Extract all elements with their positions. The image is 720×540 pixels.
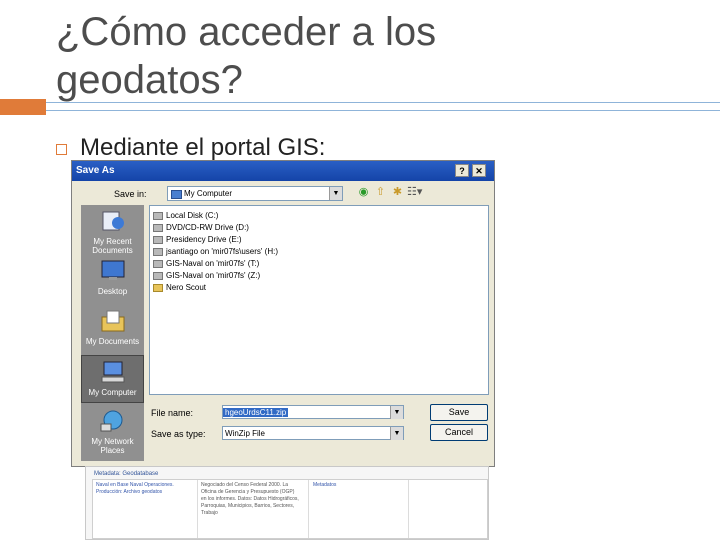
place-label: My Computer bbox=[88, 388, 137, 397]
save-in-value: My Computer bbox=[184, 189, 233, 198]
list-item[interactable]: GIS-Naval on 'mir07fs' (T:) bbox=[153, 258, 259, 270]
file-name-input[interactable]: hgeoUrdsC11.zip ▼ bbox=[222, 405, 404, 419]
file-label: Presidency Drive (E:) bbox=[166, 235, 242, 244]
file-label: Local Disk (C:) bbox=[166, 211, 219, 220]
save-as-type-label: Save as type: bbox=[151, 429, 206, 439]
chevron-down-icon[interactable]: ▼ bbox=[390, 427, 403, 440]
bullet-text: Mediante el portal GIS: bbox=[80, 134, 326, 161]
views-icon[interactable]: ☷▾ bbox=[407, 185, 422, 200]
drive-icon bbox=[153, 224, 163, 232]
place-label: Desktop bbox=[97, 287, 128, 296]
list-item[interactable]: Local Disk (C:) bbox=[153, 210, 218, 222]
column-divider bbox=[408, 480, 409, 538]
table-cell[interactable]: Metadatos bbox=[313, 482, 373, 489]
file-name-value: hgeoUrdsC11.zip bbox=[223, 408, 289, 417]
place-desktop[interactable]: Desktop bbox=[81, 255, 144, 303]
dialog-toolbar: ◉ ⇧ ✱ ☷▾ bbox=[356, 185, 424, 200]
computer-icon bbox=[171, 190, 182, 199]
new-folder-icon[interactable]: ✱ bbox=[390, 185, 405, 200]
table-cell[interactable]: Naval en Base Naval Operaciones. Producc… bbox=[96, 482, 194, 496]
bullet-marker bbox=[56, 144, 67, 155]
webpage-header[interactable]: Metadata: Geodatabase bbox=[94, 471, 158, 477]
place-label: My Network Places bbox=[91, 437, 134, 455]
background-webpage: Metadata: Geodatabase Naval en Base Nava… bbox=[85, 466, 489, 540]
network-places-icon bbox=[100, 410, 122, 432]
save-as-type-select[interactable]: WinZip File ▼ bbox=[222, 426, 404, 440]
place-recent-documents[interactable]: My Recent Documents bbox=[81, 205, 144, 255]
drive-icon bbox=[153, 248, 163, 256]
table-cell: Negociado del Censo Federal 2000. La Ofi… bbox=[201, 482, 299, 516]
back-icon[interactable]: ◉ bbox=[356, 185, 371, 200]
desktop-icon bbox=[101, 260, 124, 280]
slide-title: ¿Cómo acceder a los geodatos? bbox=[56, 10, 437, 102]
file-list[interactable]: Local Disk (C:) DVD/CD-RW Drive (D:) Pre… bbox=[149, 205, 489, 395]
drive-icon bbox=[153, 272, 163, 280]
chevron-down-icon[interactable]: ▼ bbox=[390, 406, 403, 419]
save-as-dialog: Save As ? ✕ Save in: My Computer ▼ ◉ ⇧ ✱ ☷▾… bbox=[71, 160, 495, 467]
title-rule bbox=[46, 99, 720, 115]
column-divider bbox=[308, 480, 309, 538]
save-in-label: Save in: bbox=[114, 189, 147, 199]
place-network-places[interactable]: My Network Places bbox=[81, 405, 144, 455]
accent-bar bbox=[0, 99, 46, 115]
file-label: GIS-Naval on 'mir07fs' (T:) bbox=[166, 259, 260, 268]
recent-documents-icon bbox=[102, 211, 124, 231]
dialog-titlebar[interactable]: Save As ? ✕ bbox=[72, 161, 494, 181]
list-item[interactable]: Presidency Drive (E:) bbox=[153, 234, 242, 246]
my-computer-icon bbox=[101, 361, 124, 383]
place-my-documents[interactable]: My Documents bbox=[81, 305, 144, 353]
place-my-computer[interactable]: My Computer bbox=[81, 355, 144, 403]
file-label: GIS-Naval on 'mir07fs' (Z:) bbox=[166, 271, 261, 280]
list-item[interactable]: jsantiago on 'mir07fs\users' (H:) bbox=[153, 246, 278, 258]
drive-icon bbox=[153, 260, 163, 268]
folder-icon bbox=[153, 284, 163, 292]
help-button[interactable]: ? bbox=[455, 164, 469, 177]
list-item[interactable]: Nero Scout bbox=[153, 282, 206, 294]
save-as-type-value: WinZip File bbox=[225, 429, 266, 438]
webpage-table: Naval en Base Naval Operaciones. Producc… bbox=[92, 479, 488, 539]
place-label: My Recent Documents bbox=[92, 237, 133, 255]
file-label: jsantiago on 'mir07fs\users' (H:) bbox=[166, 247, 278, 256]
places-bar: My Recent Documents Desktop My Documents… bbox=[81, 205, 144, 461]
save-button[interactable]: Save bbox=[430, 404, 488, 421]
drive-icon bbox=[153, 212, 163, 220]
column-divider bbox=[197, 480, 198, 538]
drive-icon bbox=[153, 236, 163, 244]
close-button[interactable]: ✕ bbox=[472, 164, 486, 177]
dialog-title: Save As bbox=[76, 165, 115, 176]
chevron-down-icon[interactable]: ▼ bbox=[329, 187, 342, 200]
list-item[interactable]: GIS-Naval on 'mir07fs' (Z:) bbox=[153, 270, 260, 282]
cancel-button[interactable]: Cancel bbox=[430, 424, 488, 441]
list-item[interactable]: DVD/CD-RW Drive (D:) bbox=[153, 222, 249, 234]
my-documents-icon bbox=[101, 310, 124, 332]
file-label: Nero Scout bbox=[166, 283, 207, 292]
file-name-label: File name: bbox=[151, 408, 194, 418]
save-in-select[interactable]: My Computer ▼ bbox=[167, 186, 343, 201]
up-folder-icon[interactable]: ⇧ bbox=[373, 185, 388, 200]
file-label: DVD/CD-RW Drive (D:) bbox=[166, 223, 249, 232]
place-label: My Documents bbox=[85, 337, 140, 346]
